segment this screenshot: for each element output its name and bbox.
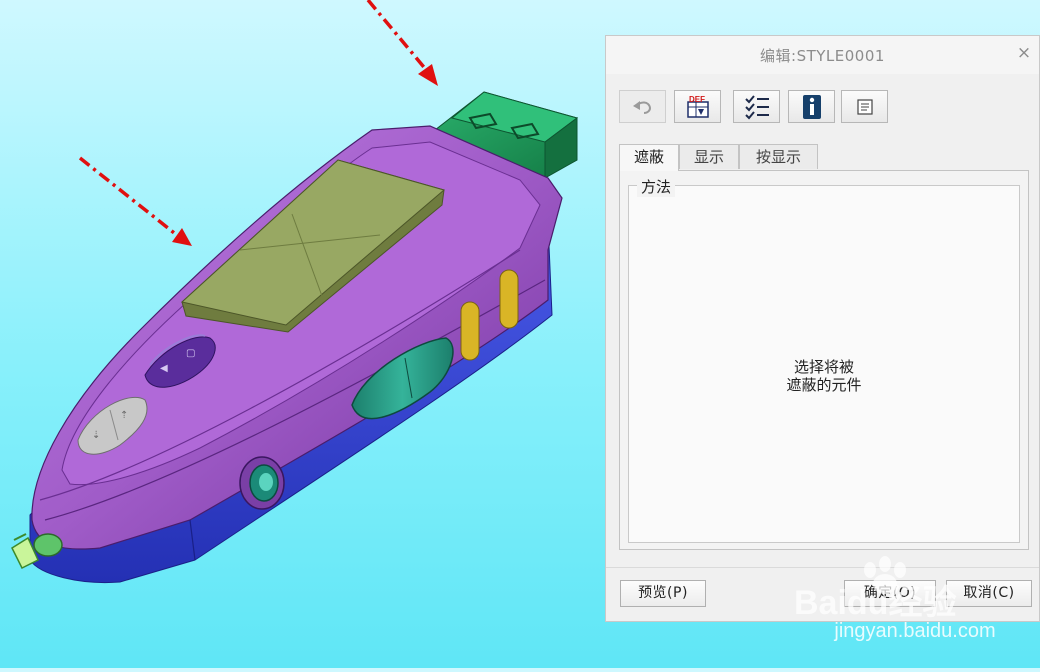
cancel-button[interactable]: 取消(C) [946, 580, 1032, 607]
tab-blank[interactable]: 遮蔽 [619, 144, 679, 171]
info-button[interactable] [788, 90, 835, 123]
tab-panel-blank: 方法 选择将被 遮蔽的元件 [619, 170, 1029, 550]
round-port-model [239, 456, 285, 510]
red-arrow-left [78, 156, 192, 246]
method-group-label: 方法 [637, 176, 676, 197]
selection-prompt: 选择将被 遮蔽的元件 [629, 358, 1019, 394]
svg-text:▢: ▢ [186, 348, 195, 359]
svg-text:⇡: ⇡ [120, 410, 128, 421]
undo-icon [632, 100, 651, 114]
selection-prompt-line1: 选择将被 [793, 358, 854, 376]
svg-text:◀: ◀ [160, 363, 168, 374]
undo-button[interactable] [619, 90, 666, 123]
properties-icon [856, 98, 873, 115]
tab-display[interactable]: 显示 [679, 144, 739, 169]
dialog-titlebar[interactable]: 编辑:STYLE0001 × [606, 36, 1039, 74]
info-icon [802, 94, 821, 119]
method-group[interactable]: 方法 选择将被 遮蔽的元件 [628, 176, 1020, 543]
footer-divider [606, 567, 1039, 568]
checklist-button[interactable] [733, 90, 780, 123]
svg-text:⇣: ⇣ [92, 430, 100, 441]
checklist-icon [744, 94, 769, 119]
def-button[interactable]: DEF [674, 90, 721, 123]
edit-style-dialog: 编辑:STYLE0001 × DEF 遮蔽 显示 按显示 方法 选择将被 遮蔽的… [605, 35, 1040, 622]
tab-by-display[interactable]: 按显示 [739, 144, 818, 169]
red-arrow-top [366, 0, 438, 86]
ok-button[interactable]: 确定(O) [844, 580, 936, 607]
properties-button[interactable] [841, 90, 888, 123]
close-icon[interactable]: × [1013, 42, 1035, 64]
def-label: DEF [689, 95, 705, 104]
dialog-title: 编辑:STYLE0001 [760, 47, 885, 65]
selection-prompt-line2: 遮蔽的元件 [786, 376, 862, 394]
preview-button[interactable]: 预览(P) [620, 580, 706, 607]
def-layer-icon: DEF [686, 95, 709, 118]
